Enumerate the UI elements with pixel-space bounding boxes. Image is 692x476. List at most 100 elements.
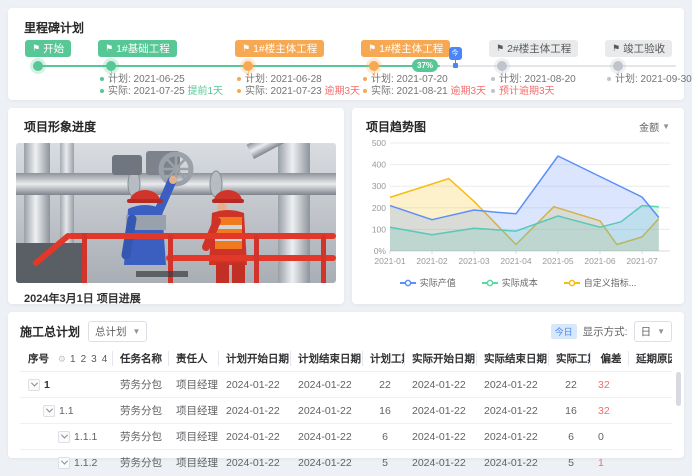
detail-status: 预计逾期3天 <box>499 86 555 97</box>
display-mode-label: 显示方式: <box>583 324 628 339</box>
expand-level-button[interactable]: 1 <box>70 354 76 365</box>
construction-plan-panel: 施工总计划 总计划 ▼ 今日 显示方式: 日 ▼ 序号 ⚙12345任务名称责任… <box>8 312 684 458</box>
collapse-icon[interactable] <box>58 431 70 443</box>
plan-days-cell: 16 <box>362 398 404 424</box>
table-row: 1.1.2劳务分包项目经理32024-01-222024-01-2252024-… <box>20 450 672 476</box>
display-mode-select[interactable]: 日 ▼ <box>634 321 672 342</box>
milestone-detail: 计划: 2021-06-25 <box>100 74 185 86</box>
collapse-icon[interactable] <box>28 379 40 391</box>
table-row: 1.1劳务分包项目经理12024-01-222024-01-22162024-0… <box>20 398 672 424</box>
svg-text:2021-05: 2021-05 <box>542 256 573 266</box>
legend-item[interactable]: 实际产值 <box>400 276 456 289</box>
plan-start-cell: 2024-01-22 <box>218 450 290 476</box>
legend-label: 实际成本 <box>502 276 538 289</box>
milestone-detail: 预计逾期3天 <box>491 86 555 98</box>
project-progress-panel: 项目形象进度 <box>8 108 344 304</box>
column-header: 实际结束日期 <box>476 346 548 372</box>
milestone-node <box>243 61 253 71</box>
task-cell: 劳务分包 <box>112 424 168 450</box>
expand-level-button[interactable]: 2 <box>81 354 87 365</box>
gear-icon[interactable]: ⚙ <box>58 354 66 364</box>
seq-cell: 1.1.2 <box>20 450 112 476</box>
seq-header-label: 序号 <box>28 353 49 365</box>
flag-icon: ⚑ <box>242 43 250 54</box>
milestone-badge[interactable]: ⚑1#基础工程 <box>98 40 177 57</box>
plan-type-select[interactable]: 总计划 ▼ <box>88 321 147 342</box>
column-header: 实际开始日期 <box>404 346 476 372</box>
detail-text: 计划: 2021-08-20 <box>499 74 576 85</box>
task-cell: 劳务分包 <box>112 450 168 476</box>
table-row: 1劳务分包项目经理12024-01-222024-01-22222024-01-… <box>20 372 672 398</box>
svg-text:2021-07: 2021-07 <box>626 256 657 266</box>
plan-end-cell: 2024-01-22 <box>290 398 362 424</box>
today-marker: 今 <box>448 47 462 68</box>
detail-text: 实际: 2021-07-25 <box>108 86 185 97</box>
construction-plan-table: 序号 ⚙12345任务名称责任人计划开始日期计划结束日期计划工期实际开始日期实际… <box>20 346 672 476</box>
milestone-badge[interactable]: ⚑竣工验收 <box>605 40 672 57</box>
milestone-label: 1#楼主体工程 <box>253 41 317 56</box>
detail-text: 计划: 2021-07-20 <box>371 74 448 85</box>
chart-metric-select[interactable]: 金额 ▼ <box>639 119 670 134</box>
legend-label: 自定义指标... <box>584 276 637 289</box>
delay-reason-cell <box>628 450 672 476</box>
timeline-remaining-line <box>440 65 676 67</box>
svg-text:500: 500 <box>372 138 386 148</box>
milestone-badge[interactable]: ⚑2#楼主体工程 <box>489 40 578 57</box>
milestone-badge[interactable]: ⚑1#楼主体工程 <box>361 40 450 57</box>
actual-start-cell: 2024-01-22 <box>404 450 476 476</box>
expand-level-button[interactable]: 3 <box>91 354 97 365</box>
seq-cell: 1.1 <box>20 398 112 424</box>
milestone-label: 开始 <box>43 41 64 56</box>
milestone-badge[interactable]: ⚑开始 <box>25 40 71 57</box>
delay-reason-cell <box>628 398 672 424</box>
seq-number: 1.1.1 <box>74 431 97 443</box>
legend-marker-icon <box>564 279 580 287</box>
collapse-icon[interactable] <box>43 405 55 417</box>
trend-chart: 1002003004005000%2021-012021-022021-0320… <box>366 135 670 274</box>
expand-level-button[interactable]: 4 <box>102 354 108 365</box>
owner-cell: 项目经理2 <box>168 424 218 450</box>
plan-end-cell: 2024-01-22 <box>290 424 362 450</box>
milestone-badge[interactable]: ⚑1#楼主体工程 <box>235 40 324 57</box>
table-scrollbar[interactable] <box>676 372 681 406</box>
actual-start-cell: 2024-01-22 <box>404 424 476 450</box>
chevron-down-icon: ▼ <box>657 327 665 336</box>
deviation-cell: 1 <box>590 450 628 476</box>
flag-icon: ⚑ <box>32 43 40 54</box>
milestone-detail: 计划: 2021-09-30 <box>607 74 692 86</box>
table-row: 1.1.1劳务分包项目经理22024-01-222024-01-2262024-… <box>20 424 672 450</box>
plan-days-cell: 6 <box>362 424 404 450</box>
svg-text:2021-02: 2021-02 <box>416 256 447 266</box>
chart-metric-value: 金额 <box>639 119 659 134</box>
actual-end-cell: 2024-01-22 <box>476 398 548 424</box>
plan-end-cell: 2024-01-22 <box>290 450 362 476</box>
site-photo <box>16 143 336 283</box>
legend-item[interactable]: 自定义指标... <box>564 276 637 289</box>
column-header-seq: 序号 ⚙12345 <box>20 346 112 372</box>
milestone-label: 竣工验收 <box>623 41 665 56</box>
collapse-icon[interactable] <box>58 457 70 469</box>
svg-text:2021-03: 2021-03 <box>458 256 489 266</box>
progress-percent-badge: 37% <box>412 59 438 72</box>
column-header: 延期原因 <box>628 346 672 372</box>
actual-days-cell: 6 <box>548 424 590 450</box>
flag-icon: ⚑ <box>612 43 620 54</box>
legend-item[interactable]: 实际成本 <box>482 276 538 289</box>
plan-end-cell: 2024-01-22 <box>290 372 362 398</box>
bullet-dot-icon <box>100 89 104 93</box>
seq-cell: 1 <box>20 372 112 398</box>
legend-marker-icon <box>482 279 498 287</box>
owner-cell: 项目经理3 <box>168 450 218 476</box>
today-badge[interactable]: 今日 <box>551 324 577 339</box>
legend-label: 实际产值 <box>420 276 456 289</box>
actual-end-cell: 2024-01-22 <box>476 450 548 476</box>
milestone-label: 2#楼主体工程 <box>507 41 571 56</box>
detail-text: 实际: 2021-08-21 <box>371 86 448 97</box>
milestone-detail: 计划: 2021-07-20 <box>363 74 448 86</box>
svg-text:2021-04: 2021-04 <box>500 256 531 266</box>
detail-text: 计划: 2021-06-28 <box>245 74 322 85</box>
detail-status: 逾期3天 <box>322 86 360 97</box>
plan-days-cell: 5 <box>362 450 404 476</box>
owner-cell: 项目经理1 <box>168 398 218 424</box>
chart-legend: 实际产值 实际成本 自定义指标... <box>366 276 670 289</box>
